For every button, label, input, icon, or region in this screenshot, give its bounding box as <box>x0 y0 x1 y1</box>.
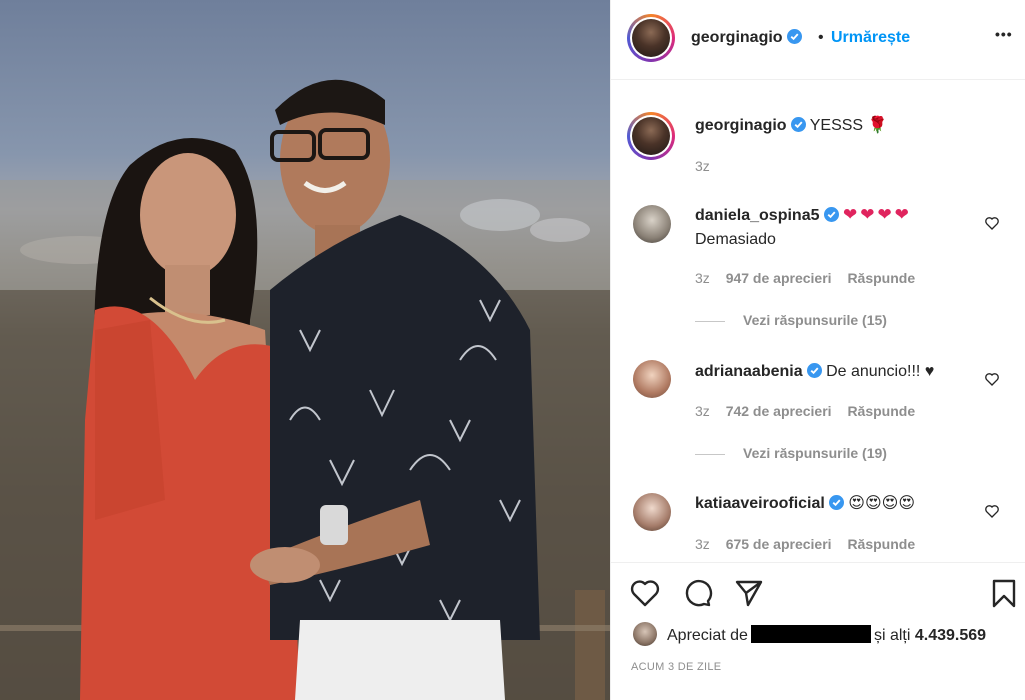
bookmark-icon[interactable] <box>988 577 1020 609</box>
reply-button[interactable]: Răspunde <box>847 403 915 419</box>
comment-time[interactable]: 3z <box>695 270 710 286</box>
comment-text: De anuncio!!! ♥ <box>826 363 935 380</box>
likes-count[interactable]: 4.439.569 <box>915 627 986 644</box>
comment-text: ❤❤❤❤ <box>842 205 912 224</box>
reply-button[interactable]: Răspunde <box>847 270 915 286</box>
liked-by-prefix: Apreciat de <box>667 627 748 644</box>
caption-avatar[interactable] <box>627 112 675 160</box>
post-photo[interactable] <box>0 0 610 700</box>
verified-badge-icon <box>823 207 839 222</box>
comment-1: daniela_ospina5 ❤❤❤❤ Demasiado <box>695 203 912 252</box>
header-separator: • <box>818 29 824 46</box>
verified-badge-icon <box>790 117 806 132</box>
comment-author[interactable]: katiaaveirooficial <box>695 495 825 512</box>
heart-icon[interactable] <box>984 215 1000 231</box>
comment-2: adrianaabenia De anuncio!!! ♥ <box>695 360 934 384</box>
verified-badge-icon <box>806 363 822 378</box>
liker-avatar[interactable] <box>633 622 657 646</box>
comment-text: 😍😍😍😍 <box>848 495 916 512</box>
view-replies-button[interactable]: Vezi răspunsurile (15) <box>695 312 887 328</box>
comment-likes[interactable]: 947 de aprecieri <box>726 270 832 286</box>
comment-author[interactable]: adrianaabenia <box>695 363 803 380</box>
liked-by: Apreciat de și alți 4.439.569 <box>667 625 986 645</box>
redacted-username <box>750 625 871 643</box>
comment-likes[interactable]: 742 de aprecieri <box>726 403 832 419</box>
caption-time[interactable]: 3z <box>695 158 710 174</box>
comment-text-line2: Demasiado <box>695 231 776 248</box>
heart-icon[interactable] <box>629 577 661 609</box>
rose-emoji: 🌹 <box>867 117 888 134</box>
post-header: georginagio • Urmărește ••• <box>611 0 1025 80</box>
comment-time[interactable]: 3z <box>695 536 710 552</box>
photo-illustration <box>0 79 610 700</box>
commenter-avatar[interactable] <box>633 360 671 398</box>
comment-author[interactable]: daniela_ospina5 <box>695 207 820 224</box>
comment-meta: 3z 742 de aprecieri Răspunde <box>695 403 915 419</box>
commenter-avatar[interactable] <box>633 205 671 243</box>
comment-3: katiaaveirooficial 😍😍😍😍 <box>695 492 915 516</box>
comment-time[interactable]: 3z <box>695 403 710 419</box>
heart-icon[interactable] <box>984 371 1000 387</box>
share-icon[interactable] <box>733 577 765 609</box>
commenter-avatar[interactable] <box>633 493 671 531</box>
caption-author[interactable]: georginagio <box>695 117 787 134</box>
caption-text: YESSS <box>809 117 864 134</box>
author-username[interactable]: georginagio <box>691 29 802 47</box>
post-timestamp[interactable]: ACUM 3 DE ZILE <box>631 661 721 673</box>
verified-badge-icon <box>828 495 844 510</box>
view-replies-button[interactable]: Vezi răspunsurile (19) <box>695 445 887 461</box>
heart-icon[interactable] <box>984 503 1000 519</box>
author-avatar[interactable] <box>627 14 675 62</box>
more-options-icon[interactable]: ••• <box>995 26 1013 42</box>
caption: georginagio YESSS 🌹 <box>695 114 887 138</box>
comment-meta: 3z 947 de aprecieri Răspunde <box>695 270 915 286</box>
comments-panel: georginagio • Urmărește ••• georginagio … <box>610 0 1025 700</box>
verified-badge-icon <box>786 29 802 44</box>
comment-meta: 3z 675 de aprecieri Răspunde <box>695 536 915 552</box>
reply-button[interactable]: Răspunde <box>847 536 915 552</box>
comment-icon[interactable] <box>681 577 713 609</box>
liked-by-suffix: și alți <box>873 627 911 644</box>
follow-button[interactable]: Urmărește <box>831 29 910 47</box>
comment-likes[interactable]: 675 de aprecieri <box>726 536 832 552</box>
